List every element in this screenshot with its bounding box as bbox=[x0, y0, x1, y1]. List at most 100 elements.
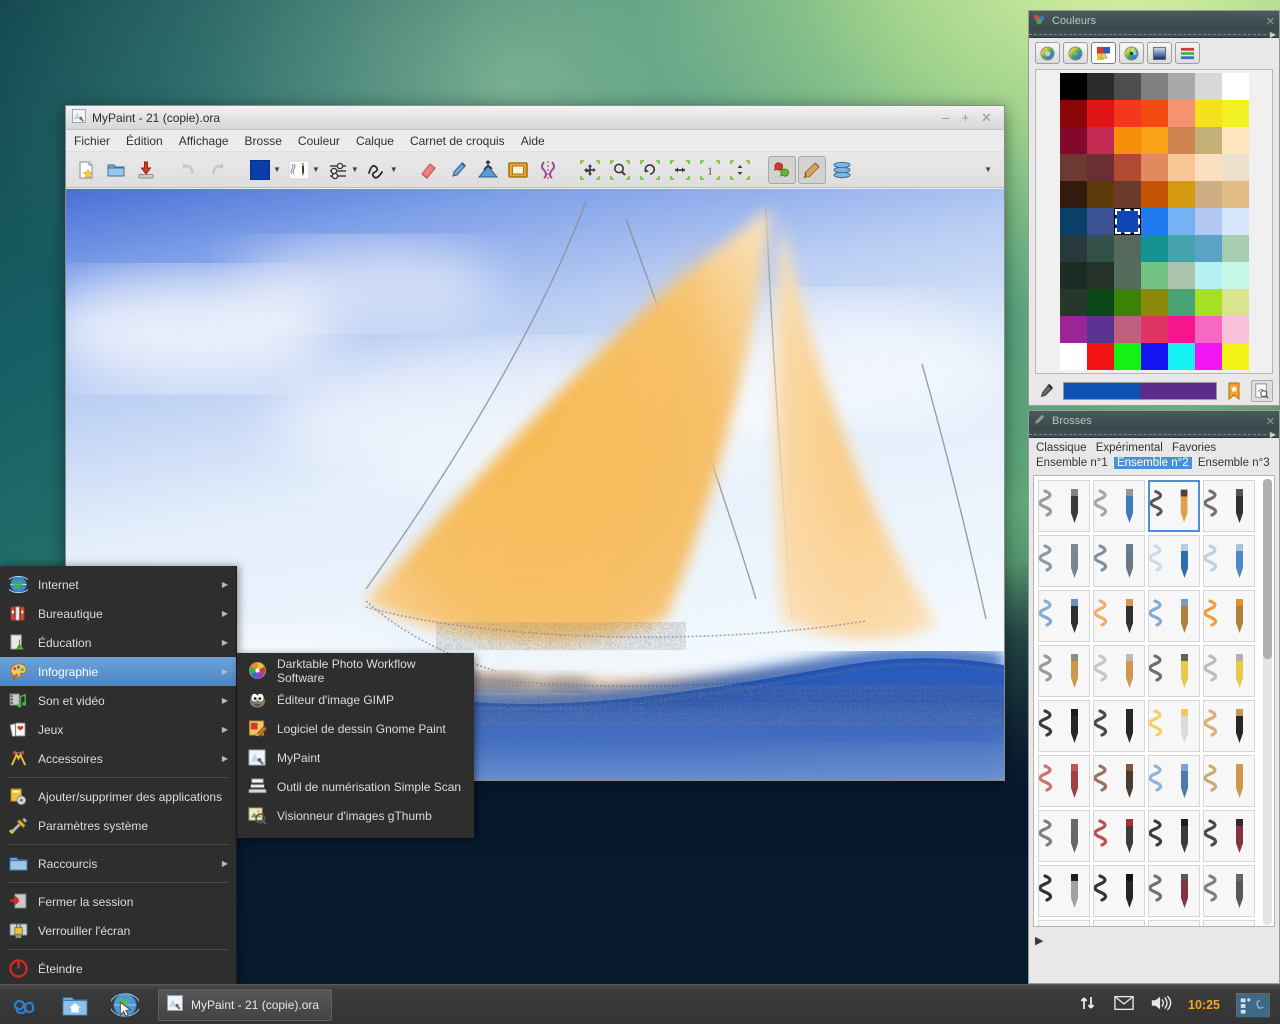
menu-calque[interactable]: Calque bbox=[356, 134, 394, 148]
menu-item-ducation[interactable]: Éducation ▶ bbox=[0, 628, 236, 657]
color-swatch[interactable] bbox=[1059, 235, 1087, 262]
calligraphy-pen[interactable] bbox=[1038, 700, 1090, 752]
color-swatch[interactable] bbox=[1167, 154, 1195, 181]
color-swatch[interactable] bbox=[1059, 127, 1087, 154]
menu-affichage[interactable]: Affichage bbox=[179, 134, 229, 148]
color-swatch[interactable] bbox=[1140, 262, 1168, 289]
menu-item-jeux[interactable]: Jeux ▶ bbox=[0, 715, 236, 744]
color-swatch[interactable] bbox=[1221, 208, 1249, 235]
color-swatch[interactable] bbox=[1140, 127, 1168, 154]
brush-selector-dropdown-icon[interactable]: ▼ bbox=[312, 165, 320, 174]
sketch-brush-light[interactable] bbox=[1203, 645, 1255, 697]
envelope-icon[interactable] bbox=[1114, 995, 1134, 1014]
brush-set-tab[interactable]: Ensemble n°1 bbox=[1033, 457, 1111, 469]
flat-brush-blue[interactable] bbox=[1148, 590, 1200, 642]
bookmark-star-icon[interactable] bbox=[1223, 380, 1245, 402]
undo-button[interactable] bbox=[174, 156, 202, 184]
brush-set-tab[interactable]: Classique bbox=[1033, 442, 1090, 454]
color-swatch[interactable] bbox=[1167, 208, 1195, 235]
color-swatch[interactable] bbox=[1167, 289, 1195, 316]
pencil-dark-brush[interactable] bbox=[1148, 480, 1200, 532]
water-drop-brush[interactable] bbox=[1148, 755, 1200, 807]
bristle-brush-grey[interactable] bbox=[1038, 645, 1090, 697]
menu-edition[interactable]: Édition bbox=[126, 134, 163, 148]
taskbar-task-mypaint[interactable]: MyPaint - 21 (copie).ora bbox=[158, 988, 333, 1021]
color-swatch[interactable] bbox=[1086, 289, 1114, 316]
color-swatch[interactable] bbox=[1086, 262, 1114, 289]
brush-settings-button[interactable] bbox=[324, 156, 352, 184]
color-swatch[interactable] bbox=[1086, 127, 1114, 154]
close-icon[interactable]: ✕ bbox=[981, 111, 992, 124]
color-picker-button[interactable] bbox=[444, 156, 472, 184]
noise-brush[interactable] bbox=[1203, 865, 1255, 917]
color-swatch[interactable] bbox=[1221, 100, 1249, 127]
minimize-icon[interactable]: – bbox=[942, 111, 949, 124]
color-sliders-tab[interactable] bbox=[1175, 42, 1200, 64]
color-history-button[interactable] bbox=[767, 155, 796, 184]
workspace-switcher-icon[interactable] bbox=[1236, 992, 1270, 1017]
glue-stick-brush[interactable] bbox=[1148, 535, 1200, 587]
watercolor-yellow[interactable] bbox=[1148, 700, 1200, 752]
color-swatch[interactable] bbox=[1059, 208, 1087, 235]
menu-item-ajouter-supprimer-des-applications[interactable]: Ajouter/supprimer des applications bbox=[0, 782, 236, 811]
brush-set-tab[interactable]: Ensemble n°3 bbox=[1195, 457, 1273, 469]
submenu-item-diteur-d-image-gimp[interactable]: Éditeur d'image GIMP bbox=[237, 685, 474, 714]
ink-blob-brush[interactable] bbox=[1038, 865, 1090, 917]
zoom-view-button[interactable] bbox=[606, 156, 634, 184]
frame-button[interactable] bbox=[504, 156, 532, 184]
brush-grid-container[interactable] bbox=[1033, 475, 1275, 927]
speaker-icon[interactable] bbox=[1150, 994, 1172, 1015]
network-arrows-icon[interactable] bbox=[1078, 993, 1098, 1016]
chalk-blue-brush[interactable] bbox=[1038, 920, 1090, 926]
color-swatch[interactable] bbox=[1140, 100, 1168, 127]
menu-item-infographie[interactable]: Infographie ▶ bbox=[0, 657, 236, 686]
rotate-view-button[interactable] bbox=[636, 156, 664, 184]
outline-brush[interactable] bbox=[1203, 810, 1255, 862]
charcoal-brush[interactable] bbox=[1038, 535, 1090, 587]
color-swatch[interactable] bbox=[1086, 100, 1114, 127]
bristle-brush-soft[interactable] bbox=[1093, 645, 1145, 697]
palette-tab[interactable] bbox=[1091, 42, 1116, 64]
color-swatch[interactable] bbox=[1086, 316, 1114, 343]
smudge-finger-brush[interactable] bbox=[1093, 920, 1145, 926]
color-swatch[interactable] bbox=[1113, 181, 1141, 208]
color-swatch[interactable] bbox=[1113, 235, 1141, 262]
brush-grid[interactable] bbox=[1034, 476, 1259, 926]
color-swatch[interactable] bbox=[1086, 73, 1114, 100]
hsv-wheel-tab[interactable] bbox=[1035, 42, 1060, 64]
menu-item-verrouiller-l-cran[interactable]: Verrouiller l'écran bbox=[0, 916, 236, 945]
spray-can-brush[interactable] bbox=[1203, 535, 1255, 587]
web-browser-launcher[interactable] bbox=[100, 985, 150, 1024]
color-swatch[interactable] bbox=[1086, 208, 1114, 235]
maximize-icon[interactable]: + bbox=[962, 111, 970, 124]
color-swatch[interactable] bbox=[1086, 343, 1114, 370]
previous-color-swatch[interactable] bbox=[1140, 383, 1216, 399]
menu-aide[interactable]: Aide bbox=[521, 134, 545, 148]
expand-arrow-icon[interactable]: ▶ bbox=[1035, 935, 1043, 947]
menu-carnet[interactable]: Carnet de croquis bbox=[410, 134, 505, 148]
color-swatch[interactable] bbox=[1059, 100, 1087, 127]
mirror-view-button[interactable] bbox=[666, 156, 694, 184]
color-swatch[interactable] bbox=[1140, 208, 1168, 235]
ink-brush-blue[interactable] bbox=[1038, 590, 1090, 642]
brushes-panel-header[interactable]: Brosses ✕ bbox=[1029, 411, 1279, 431]
color-swatch[interactable] bbox=[1086, 235, 1114, 262]
soft-pastel-brush[interactable] bbox=[1093, 535, 1145, 587]
submenu-item-outil-de-num-risation-simple-scan[interactable]: Outil de numérisation Simple Scan bbox=[237, 772, 474, 801]
color-swatch[interactable] bbox=[1221, 316, 1249, 343]
color-swatch[interactable] bbox=[1113, 343, 1141, 370]
color-swatch[interactable] bbox=[1194, 262, 1222, 289]
color-swatch[interactable] bbox=[1113, 154, 1141, 181]
window-titlebar[interactable]: MyPaint - 21 (copie).ora – + ✕ bbox=[66, 106, 1004, 130]
watercolor-tan[interactable] bbox=[1203, 700, 1255, 752]
color-swatch[interactable] bbox=[1086, 181, 1114, 208]
oil-brush-brown[interactable] bbox=[1093, 755, 1145, 807]
marker-brush[interactable] bbox=[1038, 480, 1090, 532]
color-palette-grid[interactable] bbox=[1036, 73, 1272, 370]
submenu-item-darktable-photo-workflow-software[interactable]: Darktable Photo Workflow Software bbox=[237, 656, 474, 685]
menu-item-son-et-vid-o[interactable]: Son et vidéo ▶ bbox=[0, 686, 236, 715]
color-swatch[interactable] bbox=[1113, 73, 1141, 100]
pencil-blue-brush[interactable] bbox=[1093, 480, 1145, 532]
hcy-wheel-tab[interactable] bbox=[1063, 42, 1088, 64]
technical-pen-brush[interactable] bbox=[1203, 480, 1255, 532]
